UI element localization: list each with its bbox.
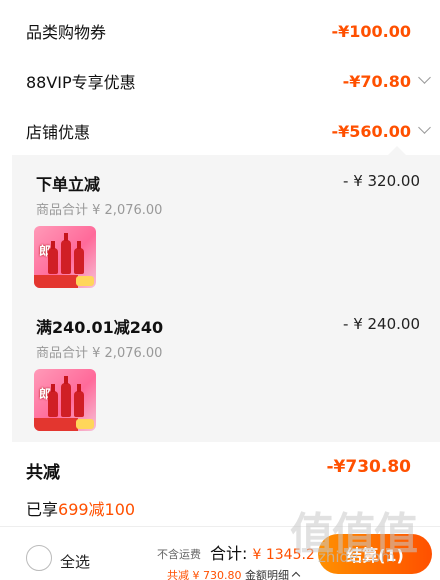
shipping-note: 不含运费 — [157, 548, 201, 561]
enjoyed-prefix: 已享 — [26, 500, 59, 519]
discount-amount: -¥560.00 — [331, 121, 411, 141]
bottle-image — [74, 241, 84, 274]
product-thumbnail[interactable]: 郎 — [34, 226, 96, 288]
total-reduction-label: 共减 — [26, 463, 60, 483]
detail-subtotal: 商品合计 ¥ 2,076.00 — [36, 346, 163, 361]
discount-amount: -¥70.80 — [342, 71, 411, 91]
chevron-down-icon[interactable] — [418, 121, 431, 134]
detail-title: 满240.01减240 — [36, 318, 164, 337]
enjoyed-promo-highlight: 699减100 — [58, 500, 136, 519]
shop-discount-detail-panel: 下单立减 - ¥ 320.00 商品合计 ¥ 2,076.00 郎 满240.0… — [12, 155, 440, 442]
discount-label: 88VIP专享优惠 — [26, 73, 136, 92]
cart-total: 合计: ¥ 1345.2 — [210, 540, 315, 564]
amount-detail-link[interactable]: 金额明细 — [245, 567, 301, 580]
detail-amount: - ¥ 320.00 — [343, 172, 420, 190]
bottle-image — [61, 376, 71, 417]
cart-total-value: ¥ 1345.2 — [252, 547, 315, 563]
select-all-radio[interactable] — [26, 545, 52, 571]
panel-pointer — [388, 146, 406, 155]
detail-subtotal: 商品合计 ¥ 2,076.00 — [36, 203, 163, 218]
chevron-up-icon — [291, 571, 301, 580]
price-tag — [76, 276, 94, 286]
checkout-button[interactable]: 结算(1) — [318, 534, 432, 574]
discount-row-shop[interactable]: 店铺优惠 -¥560.00 — [0, 106, 440, 156]
bottle-image — [48, 384, 58, 417]
amount-detail-label: 金额明细 — [245, 569, 289, 580]
bottle-image — [74, 384, 84, 417]
price-tag — [76, 419, 94, 429]
bottom-checkout-bar: 全选 不含运费 合计: ¥ 1345.2 共减 ¥ 730.80 金额明细 结算… — [0, 527, 440, 580]
discount-row-88vip[interactable]: 88VIP专享优惠 -¥70.80 — [0, 56, 440, 106]
discount-row-category-coupon: 品类购物券 -¥100.00 — [0, 6, 440, 56]
enjoyed-promotion: 已享699减100 — [26, 496, 135, 520]
bottle-image — [48, 241, 58, 274]
detail-title: 下单立减 — [36, 175, 101, 194]
bottle-image — [61, 233, 71, 274]
discount-amount: -¥100.00 — [331, 21, 411, 41]
chevron-down-icon[interactable] — [418, 71, 431, 84]
promo-stripe — [34, 418, 78, 431]
cart-total-label: 合计: — [210, 544, 248, 563]
detail-amount: - ¥ 240.00 — [343, 315, 420, 333]
reduced-amount: 共减 ¥ 730.80 — [167, 569, 242, 580]
promo-stripe — [34, 275, 78, 288]
total-reduction-amount: -¥730.80 — [326, 457, 412, 477]
discount-label: 店铺优惠 — [26, 123, 91, 142]
product-thumbnail[interactable]: 郎 — [34, 369, 96, 431]
discount-label: 品类购物券 — [26, 23, 107, 42]
select-all-label[interactable]: 全选 — [60, 551, 90, 572]
